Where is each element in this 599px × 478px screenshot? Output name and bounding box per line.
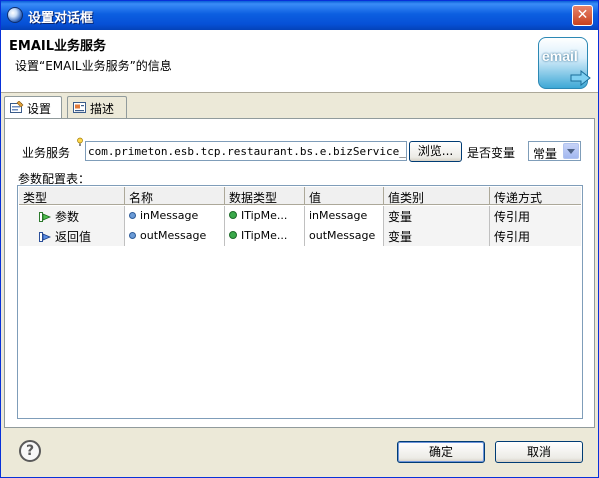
ok-button[interactable]: 确定 — [397, 441, 485, 463]
return-value-icon — [39, 232, 52, 242]
variable-dot-icon — [129, 212, 136, 219]
tab-describe[interactable]: 描述 — [67, 96, 127, 118]
row-name: inMessage — [140, 209, 199, 222]
row-data-type-cell: ITipMe... — [225, 226, 305, 246]
row-pass-mode-cell[interactable]: 传引用 — [490, 206, 581, 226]
hint-bulb-icon — [77, 137, 83, 146]
row-name-cell: outMessage — [125, 226, 225, 246]
help-icon[interactable]: ? — [19, 440, 41, 462]
column-header-name[interactable]: 名称 — [125, 187, 225, 205]
dialog-header: EMAIL业务服务 设置“EMAIL业务服务”的信息 email — [1, 30, 598, 93]
table-row[interactable]: 参数 inMessage ITipMe... inMessage 变量 传引用 — [19, 206, 581, 226]
browse-button[interactable]: 浏览... — [409, 141, 462, 162]
row-pass-mode-cell[interactable]: 传引用 — [490, 226, 581, 246]
tab-settings-label: 设置 — [27, 102, 52, 116]
row-value-kind-cell[interactable]: 变量 — [384, 206, 490, 226]
chevron-down-icon[interactable] — [563, 143, 579, 159]
title-bar: 设置对话框 ✕ — [1, 1, 598, 30]
column-header-value[interactable]: 值 — [305, 187, 384, 205]
row-value-cell[interactable]: inMessage — [305, 206, 384, 226]
row-type-label: 返回值 — [55, 230, 92, 244]
settings-panel: 业务服务 com.primeton.esb.tcp.restaurant.bs.… — [4, 118, 595, 428]
variable-dot-icon — [129, 232, 136, 239]
email-logo-icon: email — [538, 37, 591, 89]
row-value-cell[interactable]: outMessage — [305, 226, 384, 246]
row-type-cell: 返回值 — [19, 226, 125, 246]
settings-tab-icon — [10, 101, 24, 113]
is-variable-select[interactable]: 常量 — [528, 141, 581, 161]
row-type-label: 参数 — [55, 210, 80, 224]
row-name: outMessage — [140, 229, 207, 242]
tab-settings[interactable]: 设置 — [4, 96, 62, 119]
header-title: EMAIL业务服务 — [9, 39, 106, 54]
service-input[interactable]: com.primeton.esb.tcp.restaurant.bs.e.biz… — [85, 141, 407, 161]
service-label: 业务服务 — [22, 146, 71, 160]
column-header-value-kind[interactable]: 值类别 — [384, 187, 490, 205]
type-green-icon — [229, 211, 237, 219]
describe-tab-icon — [73, 102, 86, 113]
table-row[interactable]: 返回值 outMessage ITipMe... outMessage 变量 传… — [19, 226, 581, 246]
is-variable-label: 是否变量 — [467, 146, 516, 160]
row-value-kind-cell[interactable]: 变量 — [384, 226, 490, 246]
params-table: 类型 名称 数据类型 值 值类别 传递方式 参数 inMessage ITipM… — [17, 185, 583, 419]
cancel-button[interactable]: 取消 — [495, 441, 583, 463]
forward-arrow-icon — [570, 70, 591, 86]
type-green-icon — [229, 231, 237, 239]
column-header-type[interactable]: 类型 — [19, 187, 125, 205]
column-header-data-type[interactable]: 数据类型 — [225, 187, 305, 205]
row-type-cell: 参数 — [19, 206, 125, 226]
column-header-pass-mode[interactable]: 传递方式 — [490, 187, 581, 205]
close-button[interactable]: ✕ — [572, 5, 593, 26]
window-title: 设置对话框 — [28, 11, 94, 26]
email-logo-text: email — [542, 48, 578, 64]
settings-dialog: 设置对话框 ✕ EMAIL业务服务 设置“EMAIL业务服务”的信息 email… — [0, 0, 599, 478]
app-icon — [7, 7, 23, 23]
row-name-cell: inMessage — [125, 206, 225, 226]
row-data-type: ITipMe... — [241, 209, 288, 222]
is-variable-value: 常量 — [533, 147, 558, 161]
row-data-type-cell: ITipMe... — [225, 206, 305, 226]
tab-describe-label: 描述 — [90, 102, 115, 116]
table-header: 类型 名称 数据类型 值 值类别 传递方式 — [19, 187, 581, 205]
header-description: 设置“EMAIL业务服务”的信息 — [15, 59, 172, 73]
row-data-type: ITipMe... — [241, 229, 288, 242]
param-in-icon — [39, 212, 52, 222]
